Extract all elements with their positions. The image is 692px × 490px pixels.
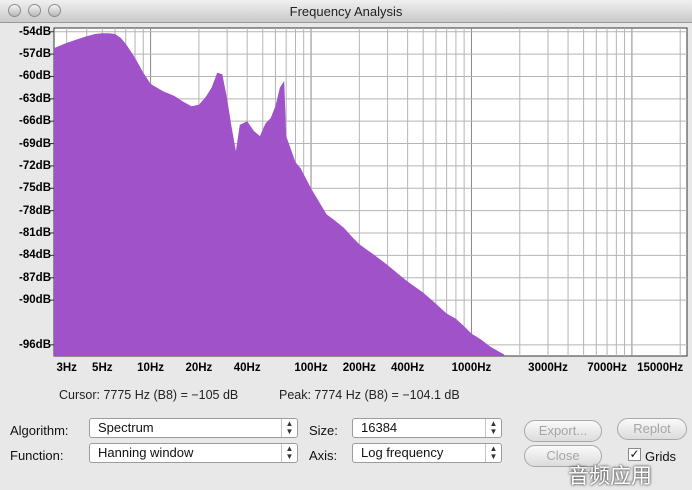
x-tick-label: 20Hz <box>185 362 213 374</box>
updown-arrows-icon: ▲ ▼ <box>281 444 297 462</box>
x-tick-label: 3000Hz <box>528 362 568 374</box>
x-tick-label: 7000Hz <box>587 362 627 374</box>
x-tick-label: 100Hz <box>294 362 328 374</box>
updown-arrows-icon: ▲ ▼ <box>485 444 501 462</box>
function-value: Hanning window <box>98 445 194 460</box>
algorithm-label: Algorithm: <box>10 423 69 438</box>
axis-value: Log frequency <box>361 445 444 460</box>
replot-button[interactable]: Replot <box>617 418 687 440</box>
peak-readout: Peak: 7774 Hz (B8) = −104.1 dB <box>279 388 460 402</box>
size-select[interactable]: 16384 ▲ ▼ <box>352 418 502 438</box>
x-tick-label: 1000Hz <box>451 362 492 374</box>
watermark: 音频应用 <box>568 465 652 488</box>
size-value: 16384 <box>361 420 398 435</box>
size-label: Size: <box>309 423 338 438</box>
cursor-readout: Cursor: 7775 Hz (B8) = −105 dB <box>59 388 239 402</box>
y-axis-ticks <box>50 31 54 346</box>
checkmark-icon: ✓ <box>629 447 640 461</box>
function-select[interactable]: Hanning window ▲ ▼ <box>89 443 298 463</box>
spectrum-plot[interactable] <box>0 0 692 360</box>
x-tick-label: 15000Hz <box>637 362 684 374</box>
x-tick-label: 400Hz <box>390 362 425 374</box>
axis-label: Axis: <box>309 448 338 463</box>
updown-arrows-icon: ▲ ▼ <box>281 419 297 437</box>
algorithm-value: Spectrum <box>98 420 154 435</box>
axis-select[interactable]: Log frequency ▲ ▼ <box>352 443 502 463</box>
x-tick-label: 3Hz <box>56 362 77 374</box>
x-tick-label: 5Hz <box>92 362 113 374</box>
x-tick-label: 40Hz <box>233 362 261 374</box>
function-label: Function: <box>10 448 64 463</box>
algorithm-select[interactable]: Spectrum ▲ ▼ <box>89 418 298 438</box>
updown-arrows-icon: ▲ ▼ <box>485 419 501 437</box>
export-button[interactable]: Export... <box>524 420 602 442</box>
x-tick-label: 10Hz <box>137 362 165 374</box>
x-tick-label: 200Hz <box>342 362 376 374</box>
